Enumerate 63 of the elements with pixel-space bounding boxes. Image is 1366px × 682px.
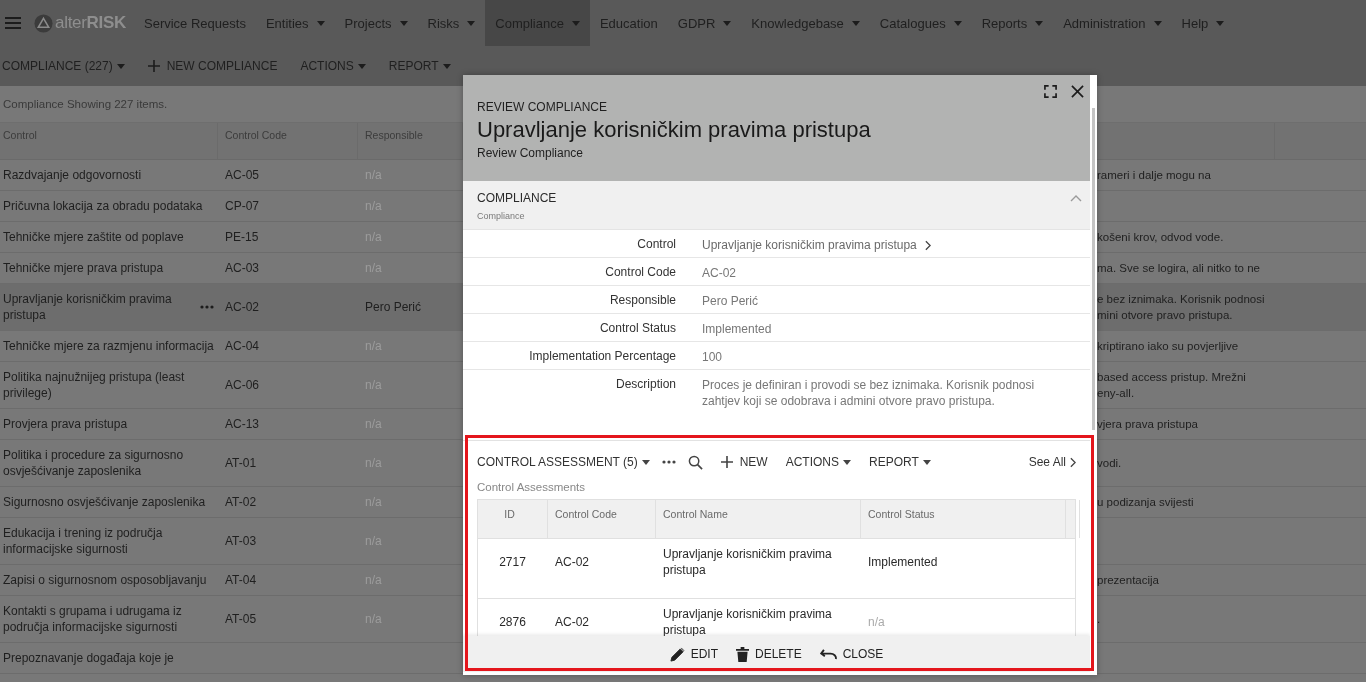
table-cell: Tehničke mjere za razmjenu informacija <box>3 338 214 354</box>
table-cell-text: Upravljanje korisničkim pravima pristupa <box>663 546 833 578</box>
table-cell-text: u podizanja svijesti <box>1097 495 1194 510</box>
table-cell-text: prezentacija <box>1097 573 1159 588</box>
table-cell: Pričuvna lokacija za obradu podataka <box>3 198 203 214</box>
table-cell: Zapisi o sigurnosnom osposobljavanju <box>3 572 207 588</box>
list-summary: Compliance Showing 227 items. <box>3 98 168 110</box>
dialog-title: Upravljanje korisničkim pravima pristupa <box>477 117 872 143</box>
field-value: Pero Perić <box>702 293 759 309</box>
table-cell: CP-07 <box>225 198 259 214</box>
table-cell-text: vjera prava pristupa <box>1097 417 1198 432</box>
table-cell: Razdvajanje odgovornosti <box>3 167 142 183</box>
table-cell-text: vodi. <box>1097 456 1122 471</box>
table-cell: Pero Perić <box>365 299 422 315</box>
section-caption: Compliance <box>477 211 525 221</box>
table-cell: AT-01 <box>225 455 257 471</box>
table-cell: AC-03 <box>225 260 259 276</box>
table-cell-text: Politika najnužnijeg pristupa (least privilege) <box>3 369 186 401</box>
table-cell: Provjera prava pristupa <box>3 416 128 432</box>
table-cell: 2717 <box>499 554 526 570</box>
table-cell-text: . <box>1097 612 1101 627</box>
table-cell-text: Upravljanje korisničkim pravima pristupa <box>663 606 833 636</box>
section-title: COMPLIANCE <box>477 191 557 205</box>
table-cell: Prepoznavanje događaja koje je <box>3 650 174 666</box>
table-cell: AT-04 <box>225 572 257 588</box>
table-cell-text: ma. Sve se logira, ali nitko to ne <box>1097 261 1260 276</box>
table-cell-text: e bez iznimaka. Korisnik podnosi mini otvore pravo pristupa. <box>1097 292 1265 323</box>
table-cell: AC-02 <box>225 299 259 315</box>
dialog-subtitle: Review Compliance <box>477 146 585 160</box>
field-label: Description <box>614 377 676 391</box>
table-cell-text: kriptirano iako su povjerljive <box>1097 339 1239 354</box>
table-cell: AT-05 <box>225 611 257 627</box>
table-cell: AC-02 <box>555 554 589 570</box>
table-cell: n/a <box>868 614 885 630</box>
table-cell: Implemented <box>868 554 938 570</box>
field-label: Control <box>636 237 676 251</box>
table-cell: Tehničke mjere prava pristupa <box>3 260 164 276</box>
field-label: Control Code <box>604 265 676 279</box>
field-value: Proces je definiran i provodi se bez iznimaka. Korisnik podnosi zahtjev koji se odobrava i admini otvore pravo pristupa. <box>702 377 1035 409</box>
table-cell: AC-06 <box>225 377 259 393</box>
field-value: Implemented <box>702 321 772 337</box>
table-cell-text: košeni krov, odvod vode. <box>1097 230 1224 245</box>
subgrid-caption: Control Assessments <box>477 481 585 493</box>
table-cell: AC-02 <box>555 614 589 630</box>
table-cell: AC-04 <box>225 338 259 354</box>
table-cell: Tehničke mjere zaštite od poplave <box>3 229 184 245</box>
table-cell-text: Politika i procedure za sigurnosno osvješćivanje zaposlenika <box>3 447 185 479</box>
table-cell-text: Upravljanje korisničkim pravima pristupa <box>3 291 173 323</box>
table-cell: AT-02 <box>225 494 257 510</box>
field-value: AC-02 <box>702 265 736 281</box>
dialog-eyebrow: REVIEW COMPLIANCE <box>477 100 609 114</box>
table-cell: AT-03 <box>225 533 257 549</box>
field-label: Responsible <box>608 293 676 307</box>
field-label: Implementation Percentage <box>528 349 676 363</box>
table-cell: Sigurnosno osvješćivanje zaposlenika <box>3 494 206 510</box>
field-label: Control Status <box>598 321 676 335</box>
table-cell: PE-15 <box>225 229 259 245</box>
table-cell-text: based access pristup. Mrežni eny-all. <box>1097 370 1246 401</box>
table-cell: 2876 <box>499 614 526 630</box>
table-cell-text: Edukacija i trening iz područja informacijske sigurnosti <box>3 525 164 557</box>
field-value: 100 <box>702 349 723 365</box>
table-cell: AC-13 <box>225 416 259 432</box>
table-cell: AC-05 <box>225 167 259 183</box>
